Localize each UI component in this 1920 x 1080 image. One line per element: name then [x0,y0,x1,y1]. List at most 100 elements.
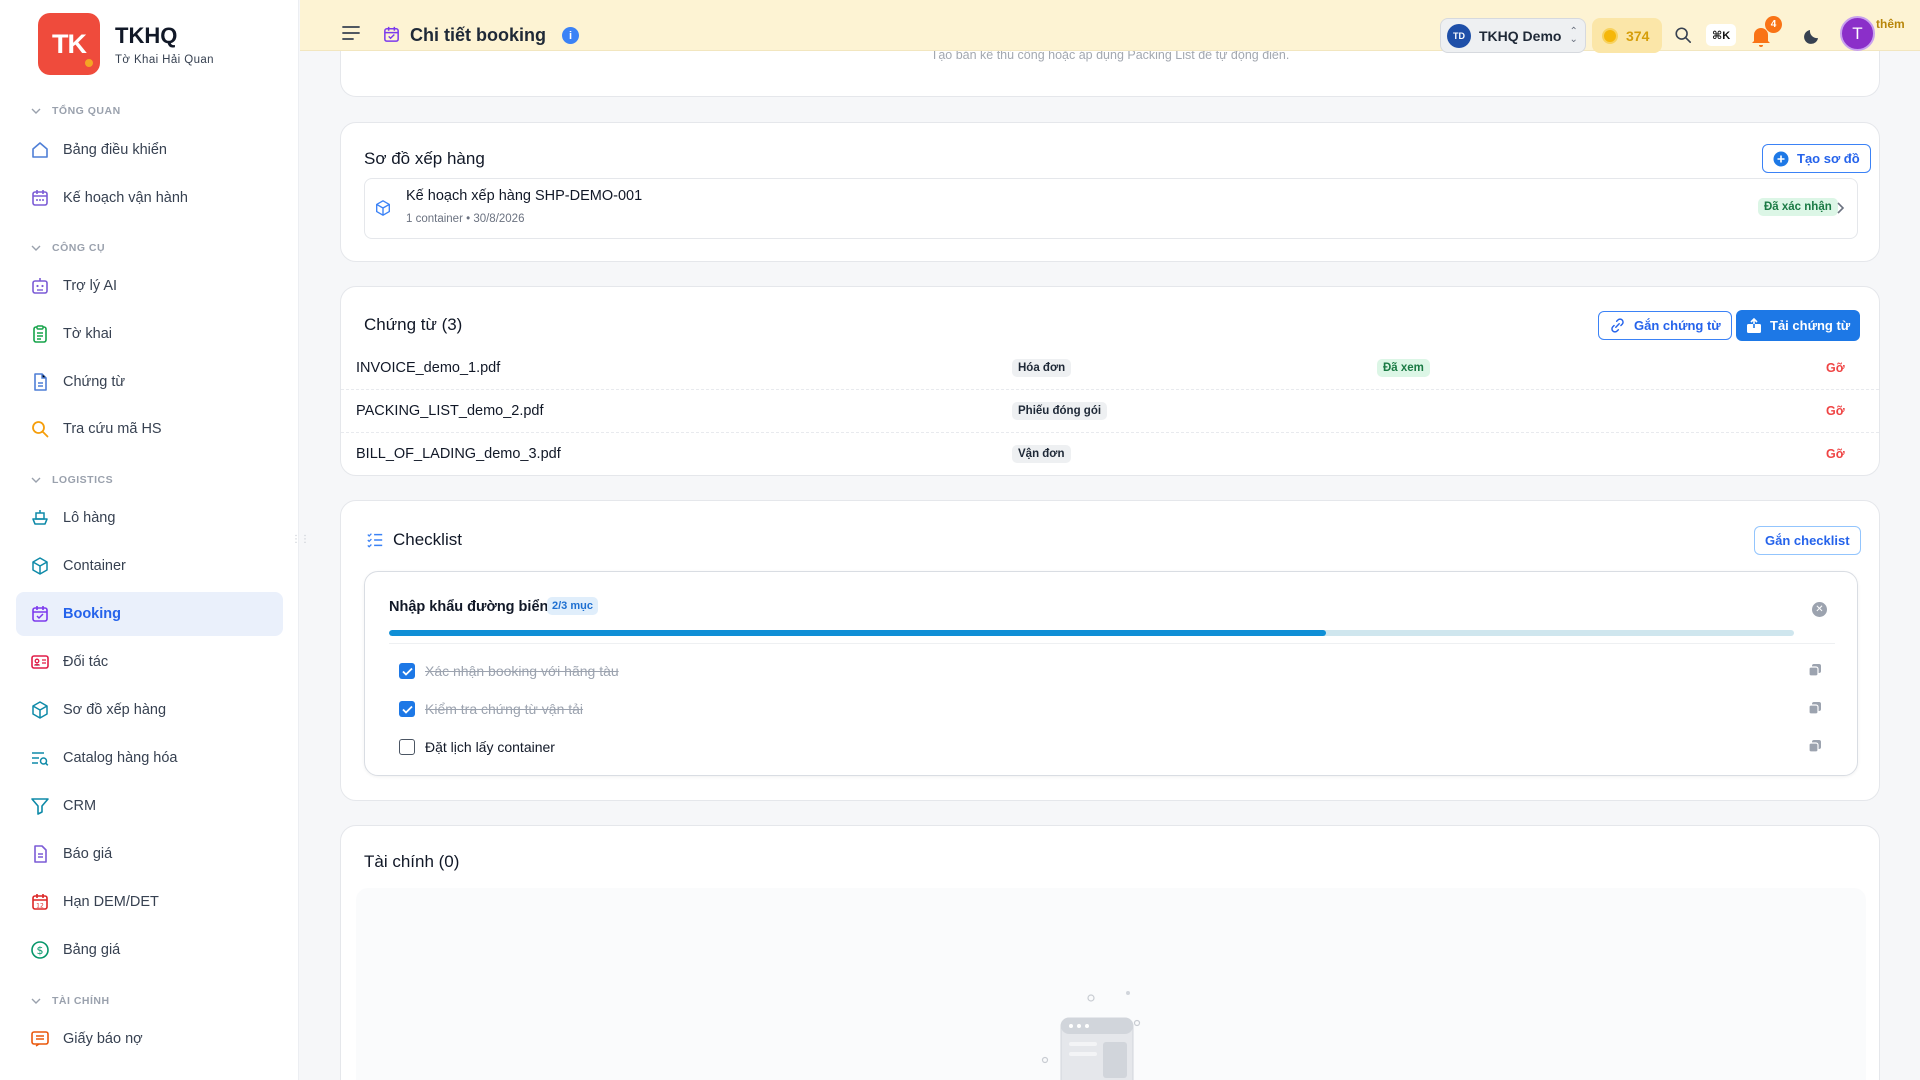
check-icon [401,705,413,714]
list-search-icon [29,747,51,769]
organization-avatar: TD [1447,23,1471,48]
section-title-overview[interactable]: TỔNG QUAN [30,105,121,117]
hamburger-menu-icon[interactable] [342,26,360,40]
document-status-badge: Đã xem [1377,359,1430,377]
credit-balance[interactable]: 374 [1592,18,1662,53]
sidebar-item-price-list[interactable]: $ Bảng giá [16,928,283,972]
copy-icon[interactable] [1808,701,1822,715]
box-icon [29,555,51,577]
clipboard-icon [29,323,51,345]
calendar-check-icon [384,26,399,42]
checklist-item: Kiểm tra chứng từ vận tải [399,698,583,720]
page-title: Chi tiết booking [410,25,546,45]
checklist-group: Nhập khẩu đường biển 2/3 mục ✕ Xác nhận … [364,571,1858,776]
info-icon[interactable]: i [562,27,579,44]
attach-checklist-button[interactable]: Gắn checklist [1754,526,1861,555]
section-title-finance[interactable]: TÀI CHÍNH [30,995,110,1007]
bot-icon [29,275,51,297]
coin-icon [1602,27,1618,44]
calendar-check-icon [29,603,51,625]
checklist-item-label: Kiểm tra chứng từ vận tải [425,701,584,717]
command-shortcut[interactable]: ⌘K [1706,24,1737,46]
chevron-right-icon [1837,202,1845,214]
sidebar-item-ai-assistant[interactable]: Trợ lý AI [16,264,283,308]
sidebar-item-dashboard[interactable]: Bảng điều khiển [16,128,283,172]
sidebar-item-stowage-plan[interactable]: Sơ đồ xếp hàng [16,688,283,732]
sidebar-item-booking[interactable]: Booking [16,592,283,636]
checkbox-checked[interactable] [399,701,415,717]
sidebar-item-catalog[interactable]: Catalog hàng hóa [16,736,283,780]
checklist-title: Checklist [393,530,462,549]
chevron-up-down-icon: ⌃ ⌄ [1569,25,1578,45]
finance-card: Tài chính (0) [340,825,1880,1080]
sidebar: TK TKHQ Tờ Khai Hải Quan TỔNG QUAN Bảng … [0,0,310,1080]
sidebar-item-hs-lookup[interactable]: Tra cứu mã HS [16,407,283,451]
checkbox-unchecked[interactable] [399,739,415,755]
package-icon [29,699,51,721]
document-name[interactable]: PACKING_LIST_demo_2.pdf [356,403,544,419]
ship-icon [29,507,51,529]
remove-document-button[interactable]: Gỡ [1826,404,1845,418]
sidebar-item-debit-notes[interactable]: Giấy báo nợ [16,1017,283,1061]
stowage-card: Sơ đồ xếp hàng Tạo sơ đồ Kế hoạch xếp hà… [340,122,1880,262]
attach-document-button[interactable]: Gắn chứng từ [1598,311,1732,340]
search-icon[interactable] [1674,26,1692,44]
sidebar-item-documents[interactable]: Chứng từ [16,360,283,404]
home-icon [29,139,51,161]
document-name[interactable]: INVOICE_demo_1.pdf [356,360,500,376]
remove-document-button[interactable]: Gỡ [1826,447,1845,461]
organization-name: TKHQ Demo [1479,27,1562,44]
document-name[interactable]: BILL_OF_LADING_demo_3.pdf [356,446,561,462]
plus-circle-icon [1773,151,1789,166]
sidebar-item-declarations[interactable]: Tờ khai [16,312,283,356]
checkbox-checked[interactable] [399,663,415,679]
link-icon [1611,318,1624,333]
checklist-item: Đặt lịch lấy container [399,736,555,758]
message-lines-icon [29,1028,51,1050]
chevron-down-icon [31,245,41,251]
document-type-badge: Vận đơn [1012,445,1071,463]
brand-logo-text: TK [52,28,87,59]
more-label[interactable]: thêm [1876,17,1905,31]
sidebar-item-partners[interactable]: Đối tác [16,640,283,684]
checklist-item-label: Đặt lịch lấy container [425,739,555,755]
upload-document-button[interactable]: Tải chứng từ [1736,310,1861,341]
checklist-group-name: Nhập khẩu đường biển [389,599,549,615]
documents-title: Chứng từ (3) [364,315,463,334]
sidebar-resize-handle[interactable]: ⋮⋮ [291,534,310,545]
checklist-progress-fill [389,630,1326,636]
calendar-grid-icon [29,187,51,209]
checklist-item: Xác nhận booking với hãng tàu [399,660,619,682]
plan-title: Kế hoạch xếp hàng SHP-DEMO-001 [406,188,643,204]
funnel-icon [29,795,51,817]
sidebar-item-crm[interactable]: CRM [16,784,283,828]
sidebar-item-operations-plan[interactable]: Kế hoạch vận hành [16,176,283,220]
svg-text:$: $ [37,944,44,957]
copy-icon[interactable] [1808,663,1822,677]
sidebar-item-container[interactable]: Container [16,544,283,588]
brand[interactable]: TK TKHQ Tờ Khai Hải Quan [38,13,214,75]
chevron-down-icon [31,998,41,1004]
create-stowage-button[interactable]: Tạo sơ đồ [1762,144,1871,173]
organization-switcher[interactable]: TD TKHQ Demo ⌃ ⌄ [1440,18,1586,53]
package-icon [376,200,390,216]
brand-logo: TK [38,13,100,75]
moon-icon[interactable] [1803,25,1823,45]
sidebar-item-dem-det[interactable]: 12 Hạn DEM/DET [16,880,283,924]
document-row: PACKING_LIST_demo_2.pdf Phiếu đóng gói G… [341,390,1879,433]
documents-card: Chứng từ (3) Gắn chứng từ Tải chứng từ I… [340,286,1880,476]
section-title-logistics[interactable]: LOGISTICS [30,474,113,486]
document-icon [29,371,51,393]
copy-icon[interactable] [1808,739,1822,753]
top-header: Chi tiết booking i TD TKHQ Demo ⌃ ⌄ 374 ⌘… [300,0,1920,53]
close-icon[interactable]: ✕ [1812,602,1827,617]
plan-status-badge: Đã xác nhận [1758,198,1838,216]
remove-document-button[interactable]: Gỡ [1826,361,1845,375]
user-avatar[interactable]: T [1840,16,1875,51]
sidebar-item-quotes[interactable]: Báo giá [16,832,283,876]
checklist-card: Checklist Gắn checklist Nhập khẩu đường … [340,500,1880,801]
sidebar-item-shipments[interactable]: Lô hàng [16,496,283,540]
section-title-tools[interactable]: CÔNG CỤ [30,242,105,254]
stowage-title: Sơ đồ xếp hàng [364,149,485,168]
stowage-plan-row[interactable]: Kế hoạch xếp hàng SHP-DEMO-001 1 contain… [364,178,1858,239]
